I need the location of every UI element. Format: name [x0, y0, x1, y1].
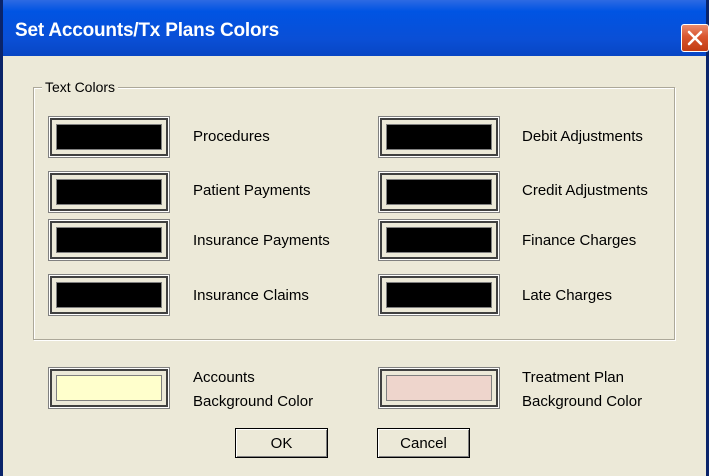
title-bar: Set Accounts/Tx Plans Colors — [3, 0, 709, 56]
cancel-button[interactable]: Cancel — [377, 428, 470, 458]
accounts-background-color-swatch[interactable] — [50, 369, 168, 407]
late-charges-label: Late Charges — [522, 287, 613, 304]
treatment-plan-background-color-swatch[interactable] — [380, 369, 498, 407]
ok-button[interactable]: OK — [235, 428, 328, 458]
patient-payments-label: Patient Payments — [193, 182, 311, 199]
treatment-plan-background-label: Treatment Plan Background Color — [522, 366, 642, 414]
accounts-background-color-fill — [56, 375, 162, 401]
late-charges-color-fill — [386, 282, 492, 308]
close-icon — [687, 30, 703, 46]
credit-adjustments-color-swatch[interactable] — [380, 173, 498, 211]
finance-charges-label: Finance Charges — [522, 232, 637, 249]
insurance-payments-color-swatch[interactable] — [50, 221, 168, 259]
debit-adjustments-color-swatch[interactable] — [380, 118, 498, 156]
close-button[interactable] — [681, 24, 709, 52]
insurance-claims-label: Insurance Claims — [193, 287, 309, 304]
accounts-background-label-line2: Background Color — [193, 393, 314, 410]
patient-payments-color-swatch[interactable] — [50, 173, 168, 211]
procedures-color-fill — [56, 124, 162, 150]
late-charges-color-swatch[interactable] — [380, 276, 498, 314]
insurance-claims-color-swatch[interactable] — [50, 276, 168, 314]
text-colors-group-label: Text Colors — [42, 79, 119, 95]
insurance-payments-label: Insurance Payments — [193, 232, 330, 249]
credit-adjustments-label: Credit Adjustments — [522, 182, 648, 199]
window-title: Set Accounts/Tx Plans Colors — [15, 20, 279, 41]
accounts-background-label: Accounts Background Color — [193, 366, 313, 414]
procedures-label: Procedures — [193, 128, 270, 145]
procedures-color-swatch[interactable] — [50, 118, 168, 156]
credit-adjustments-color-fill — [386, 179, 492, 205]
treatment-plan-background-label-line2: Background Color — [522, 393, 643, 410]
treatment-plan-background-label-line1: Treatment Plan — [522, 369, 624, 386]
treatment-plan-background-color-fill — [386, 375, 492, 401]
patient-payments-color-fill — [56, 179, 162, 205]
insurance-payments-color-fill — [56, 227, 162, 253]
debit-adjustments-label: Debit Adjustments — [522, 128, 643, 145]
insurance-claims-color-fill — [56, 282, 162, 308]
finance-charges-color-fill — [386, 227, 492, 253]
accounts-background-label-line1: Accounts — [193, 369, 255, 386]
finance-charges-color-swatch[interactable] — [380, 221, 498, 259]
debit-adjustments-color-fill — [386, 124, 492, 150]
